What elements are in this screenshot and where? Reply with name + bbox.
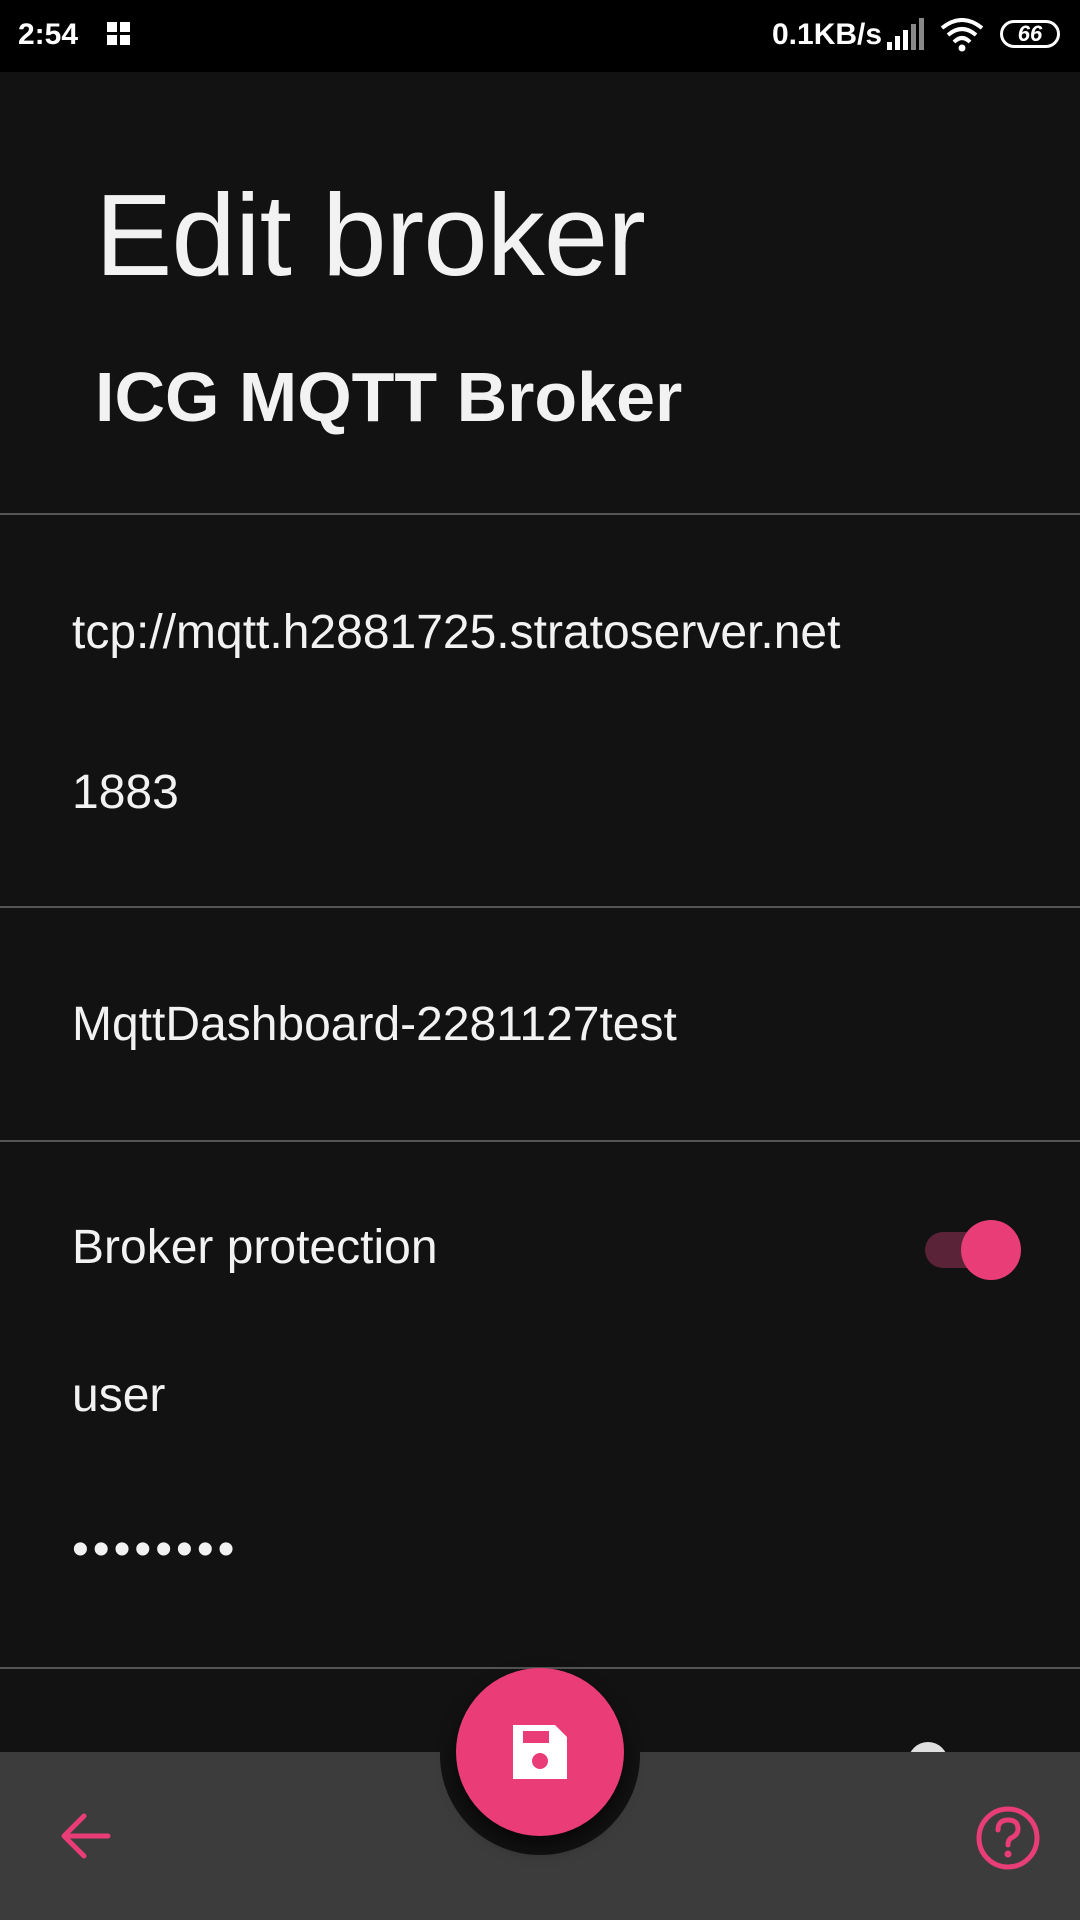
password-input[interactable]: •••••••• — [72, 1522, 238, 1577]
broker-name-input[interactable]: ICG MQTT Broker — [95, 357, 682, 437]
username-input[interactable]: user — [72, 1368, 165, 1423]
save-icon — [513, 1725, 567, 1779]
section-divider — [0, 1140, 1080, 1142]
save-button[interactable] — [456, 1668, 624, 1836]
signal-icon — [887, 18, 924, 50]
broker-protection-toggle[interactable] — [925, 1220, 1021, 1280]
host-input[interactable]: tcp://mqtt.h2881725.stratoserver.net — [72, 605, 840, 660]
page-title: Edit broker — [95, 170, 646, 300]
section-divider — [0, 513, 1080, 515]
wifi-icon — [940, 18, 984, 52]
app-grid-icon — [107, 22, 131, 46]
broker-protection-label: Broker protection — [72, 1221, 438, 1274]
toggle-thumb — [961, 1220, 1021, 1280]
port-input[interactable]: 1883 — [72, 765, 179, 820]
network-speed: 0.1KB/s — [772, 18, 883, 51]
status-time: 2:54 — [18, 18, 79, 51]
arrow-left-icon[interactable] — [58, 1810, 112, 1862]
status-bar: 2:54 0.1KB/s 66 — [0, 0, 1080, 72]
help-circle-icon[interactable] — [975, 1805, 1041, 1871]
client-id-input[interactable]: MqttDashboard-2281127test — [72, 997, 677, 1052]
battery-indicator: 66 — [1000, 20, 1060, 48]
section-divider — [0, 906, 1080, 908]
